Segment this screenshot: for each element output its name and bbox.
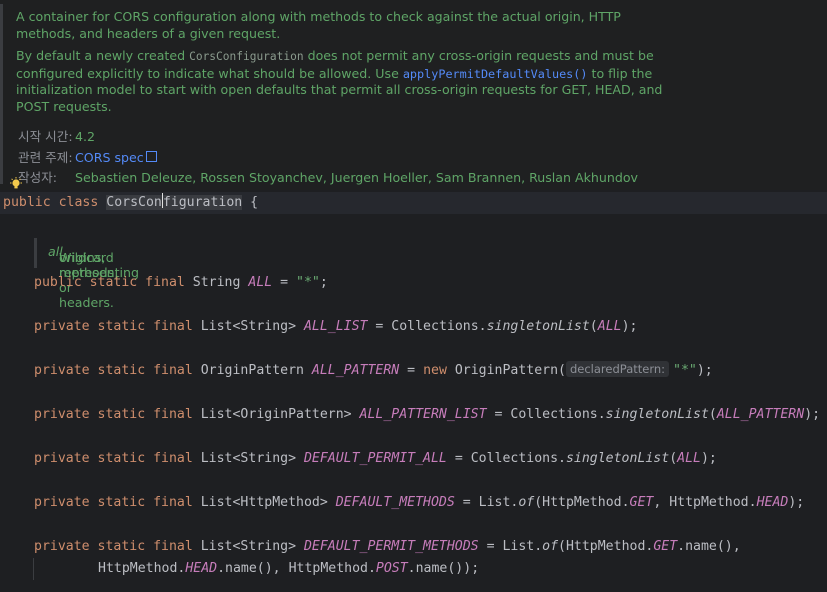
javadoc-summary: A container for CORS configuration along… xyxy=(16,9,621,41)
javadoc-panel: A container for CORS configuration along… xyxy=(0,0,827,190)
class-declaration[interactable]: public class CorsConfiguration { xyxy=(3,192,258,214)
author-value: Sebastien Deleuze, Rossen Stoyanchev, Ju… xyxy=(75,170,639,185)
code-line-continuation[interactable]: HttpMethod.HEAD.name(), HttpMethod.POST.… xyxy=(98,558,479,580)
javadoc-description: By default a newly created CorsConfigura… xyxy=(16,48,663,114)
since-label: 시작 시간: xyxy=(18,129,73,144)
see-label: 관련 주제: xyxy=(18,150,73,165)
code-line-all-pattern[interactable]: private static final OriginPattern ALL_P… xyxy=(34,360,713,382)
code-line-all-pattern-list[interactable]: private static final List<OriginPattern>… xyxy=(34,404,820,426)
lightbulb-icon[interactable] xyxy=(9,177,23,191)
javadoc-gutter-bar xyxy=(0,4,3,184)
code-line-all[interactable]: public static final String ALL = "*"; xyxy=(34,272,328,294)
class-name: CorsConfiguration xyxy=(106,193,243,210)
since-row: 시작 시간: 4.2 xyxy=(18,126,95,145)
since-value: 4.2 xyxy=(75,129,96,144)
inline-code: CorsConfiguration xyxy=(189,50,304,64)
code-line-all-list[interactable]: private static final List<String> ALL_LI… xyxy=(34,316,637,338)
code-line-default-permit-all[interactable]: private static final List<String> DEFAUL… xyxy=(34,448,717,470)
cors-spec-link[interactable]: CORS spec xyxy=(75,150,144,165)
code-line-default-permit-methods[interactable]: private static final List<String> DEFAUL… xyxy=(34,536,741,558)
wildcard-doc-comment: Wildcard representing all origins, metho… xyxy=(34,238,437,310)
external-link-icon xyxy=(145,151,157,162)
apply-permit-default-link[interactable]: applyPermitDefaultValues() xyxy=(403,67,588,81)
author-row: 작성자: Sebastien Deleuze, Rossen Stoyanchev… xyxy=(18,167,638,186)
code-line-default-methods[interactable]: private static final List<HttpMethod> DE… xyxy=(34,492,804,514)
author-label: 작성자: xyxy=(18,170,58,185)
see-row: 관련 주제: CORS spec xyxy=(18,147,157,166)
javadoc-text: A container for CORS configuration along… xyxy=(16,9,676,122)
indent-guide xyxy=(33,558,34,580)
parameter-hint: declaredPattern: xyxy=(565,361,670,377)
